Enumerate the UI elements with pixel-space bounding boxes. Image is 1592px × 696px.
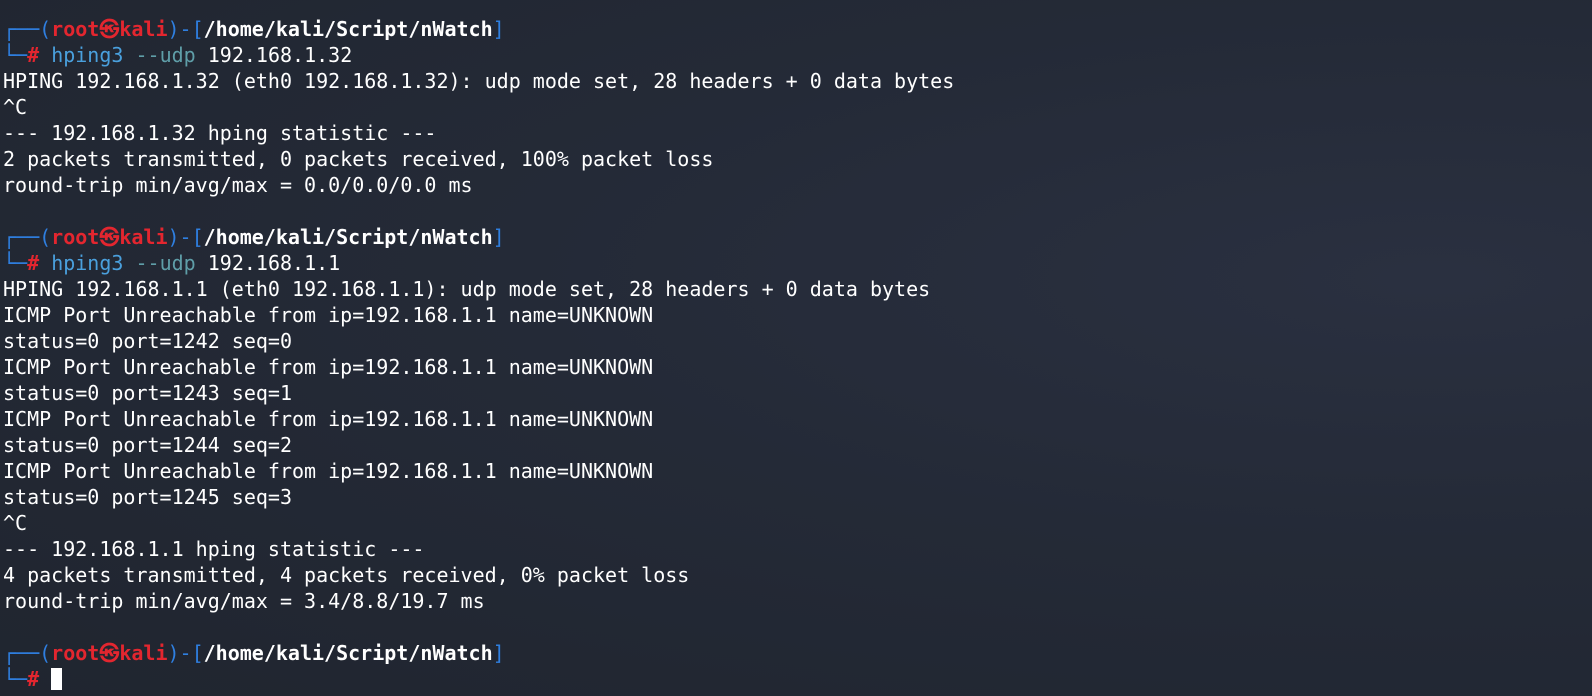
kali-at-icon: ㉿ bbox=[99, 17, 120, 41]
prompt-hash: # bbox=[27, 43, 40, 67]
command-line: └─# hping3 --udp 192.168.1.1 bbox=[3, 250, 1583, 276]
prompt-frame-top: ┌──( bbox=[3, 17, 52, 41]
command-option: --udp bbox=[135, 43, 196, 67]
kali-at-icon: ㉿ bbox=[99, 225, 120, 249]
prompt-path: /home/kali/Script/nWatch bbox=[203, 17, 493, 41]
prompt-frame-bottom: └─ bbox=[3, 251, 28, 275]
prompt-host: kali bbox=[119, 17, 168, 41]
output-line: status=0 port=1245 seq=3 bbox=[3, 485, 292, 509]
prompt-user: root bbox=[51, 641, 100, 665]
output-line: ICMP Port Unreachable from ip=192.168.1.… bbox=[3, 407, 654, 431]
output-line: status=0 port=1242 seq=0 bbox=[3, 329, 292, 353]
terminal-window[interactable]: ┌──(root㉿kali)-[/home/kali/Script/nWatch… bbox=[3, 16, 1583, 692]
output-line: ^C bbox=[3, 511, 28, 535]
prompt-separator: )-[ bbox=[167, 225, 204, 249]
output-line: 4 packets transmitted, 4 packets receive… bbox=[3, 563, 690, 587]
output-line: ^C bbox=[3, 95, 28, 119]
output-line: ICMP Port Unreachable from ip=192.168.1.… bbox=[3, 303, 654, 327]
output-line: ICMP Port Unreachable from ip=192.168.1.… bbox=[3, 355, 654, 379]
text-cursor[interactable] bbox=[51, 667, 63, 690]
prompt-frame-top: ┌──( bbox=[3, 641, 52, 665]
prompt-frame-bottom: └─ bbox=[3, 667, 28, 691]
output-line: round-trip min/avg/max = 3.4/8.8/19.7 ms bbox=[3, 589, 485, 613]
output-line: HPING 192.168.1.1 (eth0 192.168.1.1): ud… bbox=[3, 277, 931, 301]
command-name: hping3 bbox=[51, 251, 124, 275]
prompt-separator: )-[ bbox=[167, 17, 204, 41]
active-command-line[interactable]: └─# bbox=[3, 666, 1583, 692]
output-line: HPING 192.168.1.32 (eth0 192.168.1.32): … bbox=[3, 69, 955, 93]
output-line: --- 192.168.1.1 hping statistic --- bbox=[3, 537, 425, 561]
kali-at-icon: ㉿ bbox=[99, 641, 120, 665]
prompt-frame-bottom: └─ bbox=[3, 43, 28, 67]
command-line: └─# hping3 --udp 192.168.1.32 bbox=[3, 42, 1583, 68]
prompt-hash: # bbox=[27, 667, 40, 691]
prompt-close-bracket: ] bbox=[492, 641, 505, 665]
prompt-user: root bbox=[51, 17, 100, 41]
output-line: round-trip min/avg/max = 0.0/0.0/0.0 ms bbox=[3, 173, 473, 197]
command-name: hping3 bbox=[51, 43, 124, 67]
prompt-host: kali bbox=[119, 641, 168, 665]
command-option: --udp bbox=[135, 251, 196, 275]
output-line: status=0 port=1244 seq=2 bbox=[3, 433, 292, 457]
prompt-path: /home/kali/Script/nWatch bbox=[203, 225, 493, 249]
output-line: ICMP Port Unreachable from ip=192.168.1.… bbox=[3, 459, 654, 483]
prompt-path: /home/kali/Script/nWatch bbox=[203, 641, 493, 665]
prompt-host: kali bbox=[119, 225, 168, 249]
prompt-hash: # bbox=[27, 251, 40, 275]
prompt-header-line: ┌──(root㉿kali)-[/home/kali/Script/nWatch… bbox=[3, 224, 1583, 250]
prompt-header-line: ┌──(root㉿kali)-[/home/kali/Script/nWatch… bbox=[3, 640, 1583, 666]
command-argument: 192.168.1.1 bbox=[207, 251, 341, 275]
output-line: status=0 port=1243 seq=1 bbox=[3, 381, 292, 405]
output-line: 2 packets transmitted, 0 packets receive… bbox=[3, 147, 714, 171]
prompt-close-bracket: ] bbox=[492, 17, 505, 41]
prompt-user: root bbox=[51, 225, 100, 249]
command-argument: 192.168.1.32 bbox=[207, 43, 353, 67]
prompt-header-line: ┌──(root㉿kali)-[/home/kali/Script/nWatch… bbox=[3, 16, 1583, 42]
prompt-close-bracket: ] bbox=[492, 225, 505, 249]
output-line: --- 192.168.1.32 hping statistic --- bbox=[3, 121, 437, 145]
prompt-frame-top: ┌──( bbox=[3, 225, 52, 249]
prompt-separator: )-[ bbox=[167, 641, 204, 665]
